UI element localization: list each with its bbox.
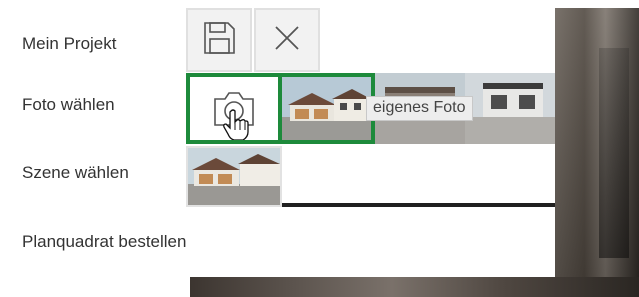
tooltip-own-photo: eigenes Foto xyxy=(366,96,473,121)
hand-cursor-icon xyxy=(223,109,249,140)
house-photo xyxy=(188,148,280,205)
photo-thumbnail-3[interactable] xyxy=(465,73,555,144)
scene-row-divider xyxy=(282,203,555,207)
close-icon xyxy=(272,23,302,58)
save-icon xyxy=(201,20,237,61)
house-photo xyxy=(465,73,555,144)
photo-thumbnail-selected[interactable] xyxy=(278,73,375,144)
menu-item-mein-projekt[interactable]: Mein Projekt xyxy=(22,34,116,54)
save-button[interactable] xyxy=(186,8,252,72)
menu-item-foto-waehlen[interactable]: Foto wählen xyxy=(22,95,115,115)
menu-item-szene-waehlen[interactable]: Szene wählen xyxy=(22,163,129,183)
configurator-stage: Mein Projekt Foto wählen Szene wählen Pl… xyxy=(0,0,639,297)
background-photo-bottom xyxy=(190,277,639,297)
house-photo xyxy=(282,77,371,140)
menu-item-planquadrat-bestellen[interactable]: Planquadrat bestellen xyxy=(22,232,186,252)
close-button[interactable] xyxy=(254,8,320,72)
background-photo-right xyxy=(555,8,639,297)
scene-thumbnail-1[interactable] xyxy=(186,146,282,207)
own-photo-button[interactable] xyxy=(186,73,282,144)
